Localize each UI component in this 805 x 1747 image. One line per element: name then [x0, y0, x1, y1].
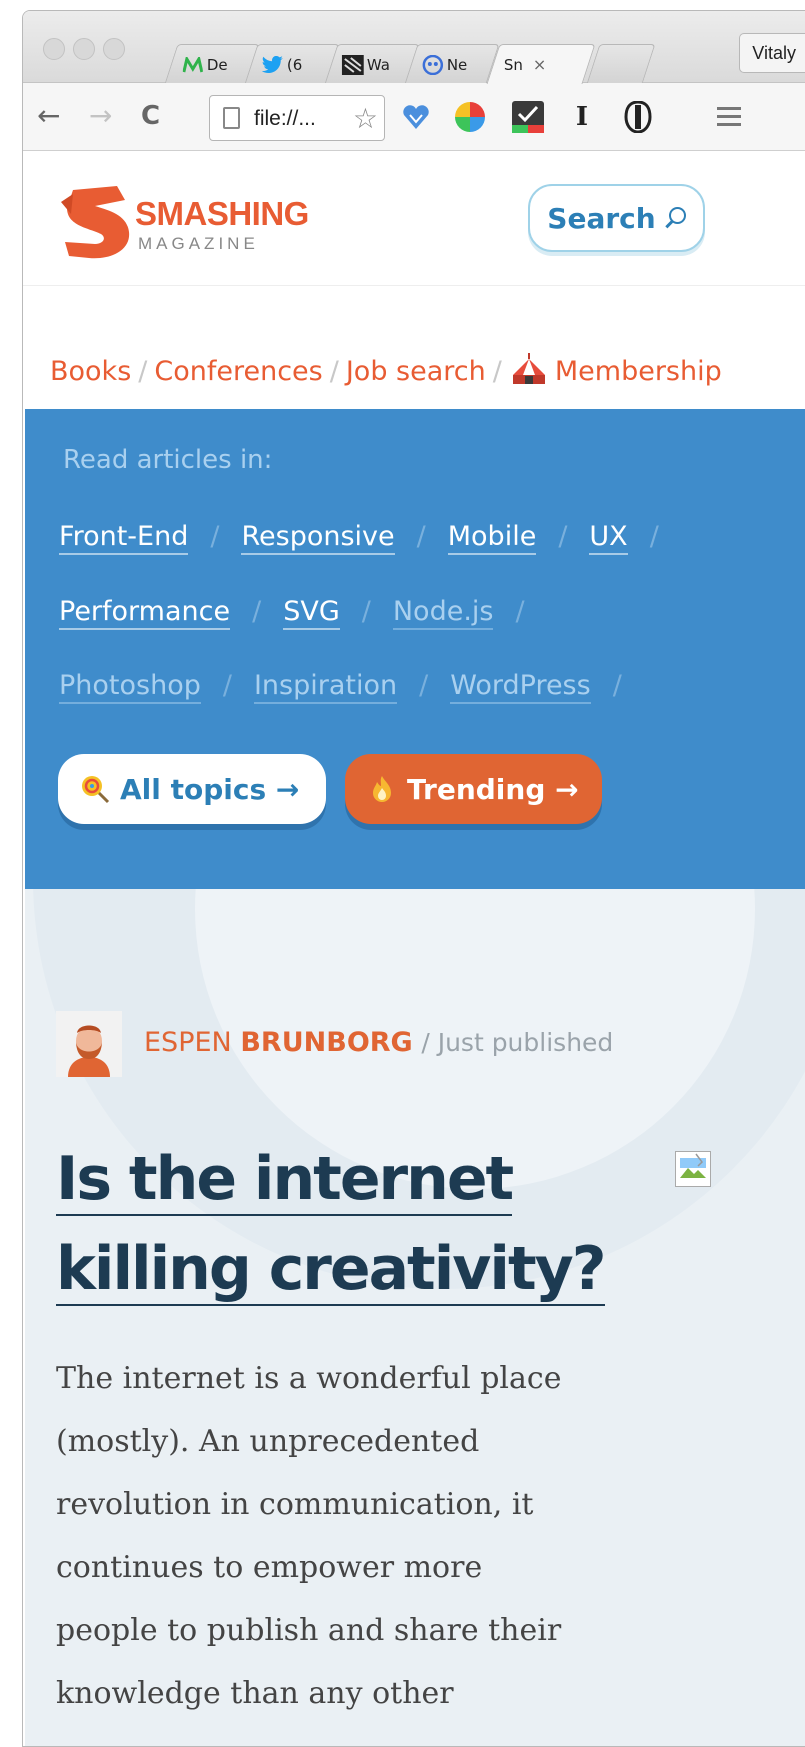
address-bar[interactable]: file://... ☆ — [209, 95, 385, 141]
nav-separator: / — [329, 356, 339, 387]
article-byline: ESPEN BRUNBORG / Just published — [144, 1027, 613, 1058]
trending-label: Trending → — [407, 772, 579, 806]
smashing-logo-icon[interactable] — [55, 184, 139, 262]
topic-separator: / — [222, 670, 232, 701]
topic-separator: / — [416, 521, 426, 552]
checklist-extension-icon[interactable] — [511, 100, 545, 134]
topic-link-front-end[interactable]: Front-End — [59, 521, 189, 555]
trending-button[interactable]: Trending → — [345, 754, 602, 824]
tab-label: Ne — [446, 55, 468, 74]
nav-link-job-search[interactable]: Job search — [346, 356, 486, 387]
excerpt-line: continues to empower more — [56, 1550, 483, 1585]
logo-subtitle: MAGAZINE — [138, 234, 259, 253]
twitter-icon — [261, 54, 284, 76]
heart-extension-icon[interactable] — [399, 100, 433, 134]
color-picker-extension-icon[interactable] — [453, 100, 487, 134]
lollipop-icon — [80, 774, 110, 804]
reload-button[interactable]: C — [141, 99, 160, 133]
tab-label: Sn — [503, 55, 523, 74]
excerpt-line: The internet is a wonderful place — [56, 1361, 562, 1396]
author-avatar[interactable] — [56, 1011, 122, 1077]
broken-image-icon — [675, 1151, 711, 1187]
site-nav: Books / Conferences / Job search / Membership — [50, 351, 722, 387]
topics-row: Front-End / Responsive / Mobile / UX / — [59, 521, 681, 555]
topic-link-performance[interactable]: Performance — [59, 596, 231, 630]
tab-label: (6 — [286, 55, 303, 74]
topic-separator: / — [361, 596, 371, 627]
author-first-name[interactable]: ESPEN — [144, 1027, 232, 1058]
menu-icon[interactable] — [717, 107, 741, 131]
headline-line: killing creativity? — [56, 1234, 607, 1306]
minimize-window-button[interactable] — [73, 38, 95, 60]
browser-toolbar: ← → C file://... ☆ I — [23, 83, 805, 151]
topic-separator: / — [515, 596, 525, 627]
windows-icon — [341, 54, 364, 76]
bookmark-star-icon[interactable]: ☆ — [353, 102, 378, 135]
topic-link-responsive[interactable]: Responsive — [241, 521, 395, 555]
topic-separator: / — [558, 521, 568, 552]
article-card: ESPEN BRUNBORG / Just published Is the i… — [25, 889, 805, 1746]
all-topics-label: All topics → — [120, 772, 300, 806]
nav-link-conferences[interactable]: Conferences — [154, 356, 322, 387]
excerpt-line: knowledge than any other — [56, 1676, 454, 1711]
excerpt-line: people to publish and share their — [56, 1613, 562, 1648]
tab-label: Wa — [366, 55, 390, 74]
site-header: SMASHING MAGAZINE Search — [23, 151, 805, 286]
nav-link-books[interactable]: Books — [50, 356, 131, 387]
tab-ghost[interactable]: Ne — [404, 44, 500, 84]
browser-window: De (6 Wa Ne Sn × Vitaly ← → C file://...… — [22, 10, 805, 1747]
circus-tent-icon — [509, 351, 549, 385]
forward-button[interactable]: → — [89, 99, 112, 133]
medium-icon — [182, 54, 204, 76]
page-icon — [223, 107, 240, 129]
nav-link-membership[interactable]: Membership — [555, 356, 722, 387]
tab-smashing-active[interactable]: Sn × — [486, 44, 596, 84]
topic-separator: / — [649, 521, 659, 552]
back-button[interactable]: ← — [37, 99, 60, 133]
shield-extension-icon[interactable] — [621, 100, 655, 134]
topics-panel: Read articles in: Front-End / Responsive / M… — [25, 409, 805, 889]
excerpt-line: (mostly). An unprecedented — [56, 1424, 480, 1459]
topic-link-ux[interactable]: UX — [589, 521, 628, 555]
profile-button[interactable]: Vitaly — [739, 33, 805, 73]
topic-separator: / — [612, 670, 622, 701]
search-button[interactable]: Search — [528, 184, 705, 252]
article-meta: / Just published — [421, 1028, 614, 1057]
tab-label: De — [206, 55, 228, 74]
close-tab-icon[interactable]: × — [533, 55, 546, 74]
tab-strip: De (6 Wa Ne Sn × Vitaly — [23, 11, 805, 84]
topic-link-nodejs[interactable]: Node.js — [392, 596, 494, 630]
close-window-button[interactable] — [43, 38, 65, 60]
topics-row: Photoshop / Inspiration / WordPress / — [59, 670, 644, 704]
topic-link-inspiration[interactable]: Inspiration — [253, 670, 398, 704]
topic-separator: / — [210, 521, 220, 552]
zoom-window-button[interactable] — [103, 38, 125, 60]
excerpt-line: revolution in communication, it — [56, 1487, 534, 1522]
article-excerpt: The internet is a wonderful place (mostl… — [56, 1347, 616, 1725]
ghost-icon — [422, 54, 444, 76]
url-text: file://... — [254, 107, 316, 130]
topic-separator: / — [252, 596, 262, 627]
new-tab-button[interactable] — [586, 44, 656, 84]
nav-separator: / — [492, 356, 502, 387]
instapaper-extension-icon[interactable]: I — [565, 100, 599, 134]
topics-row: Performance / SVG / Node.js / — [59, 596, 547, 630]
article-headline[interactable]: Is the internet killing creativity? — [56, 1134, 616, 1314]
search-icon — [664, 207, 686, 229]
search-label: Search — [547, 201, 656, 235]
topic-link-wordpress[interactable]: WordPress — [450, 670, 591, 704]
all-topics-button[interactable]: All topics → — [58, 754, 326, 824]
topic-link-svg[interactable]: SVG — [283, 596, 340, 630]
headline-line: Is the internet — [56, 1144, 514, 1216]
topic-link-photoshop[interactable]: Photoshop — [59, 670, 201, 704]
author-last-name[interactable]: BRUNBORG — [240, 1027, 412, 1058]
fire-icon — [367, 774, 397, 804]
topics-intro: Read articles in: — [63, 445, 273, 475]
topic-separator: / — [419, 670, 429, 701]
website: SMASHING MAGAZINE Search Books / Conferenc… — [23, 151, 805, 1746]
topic-link-mobile[interactable]: Mobile — [447, 521, 537, 555]
logo-word: SMASHING — [135, 195, 309, 232]
nav-separator: / — [138, 356, 148, 387]
